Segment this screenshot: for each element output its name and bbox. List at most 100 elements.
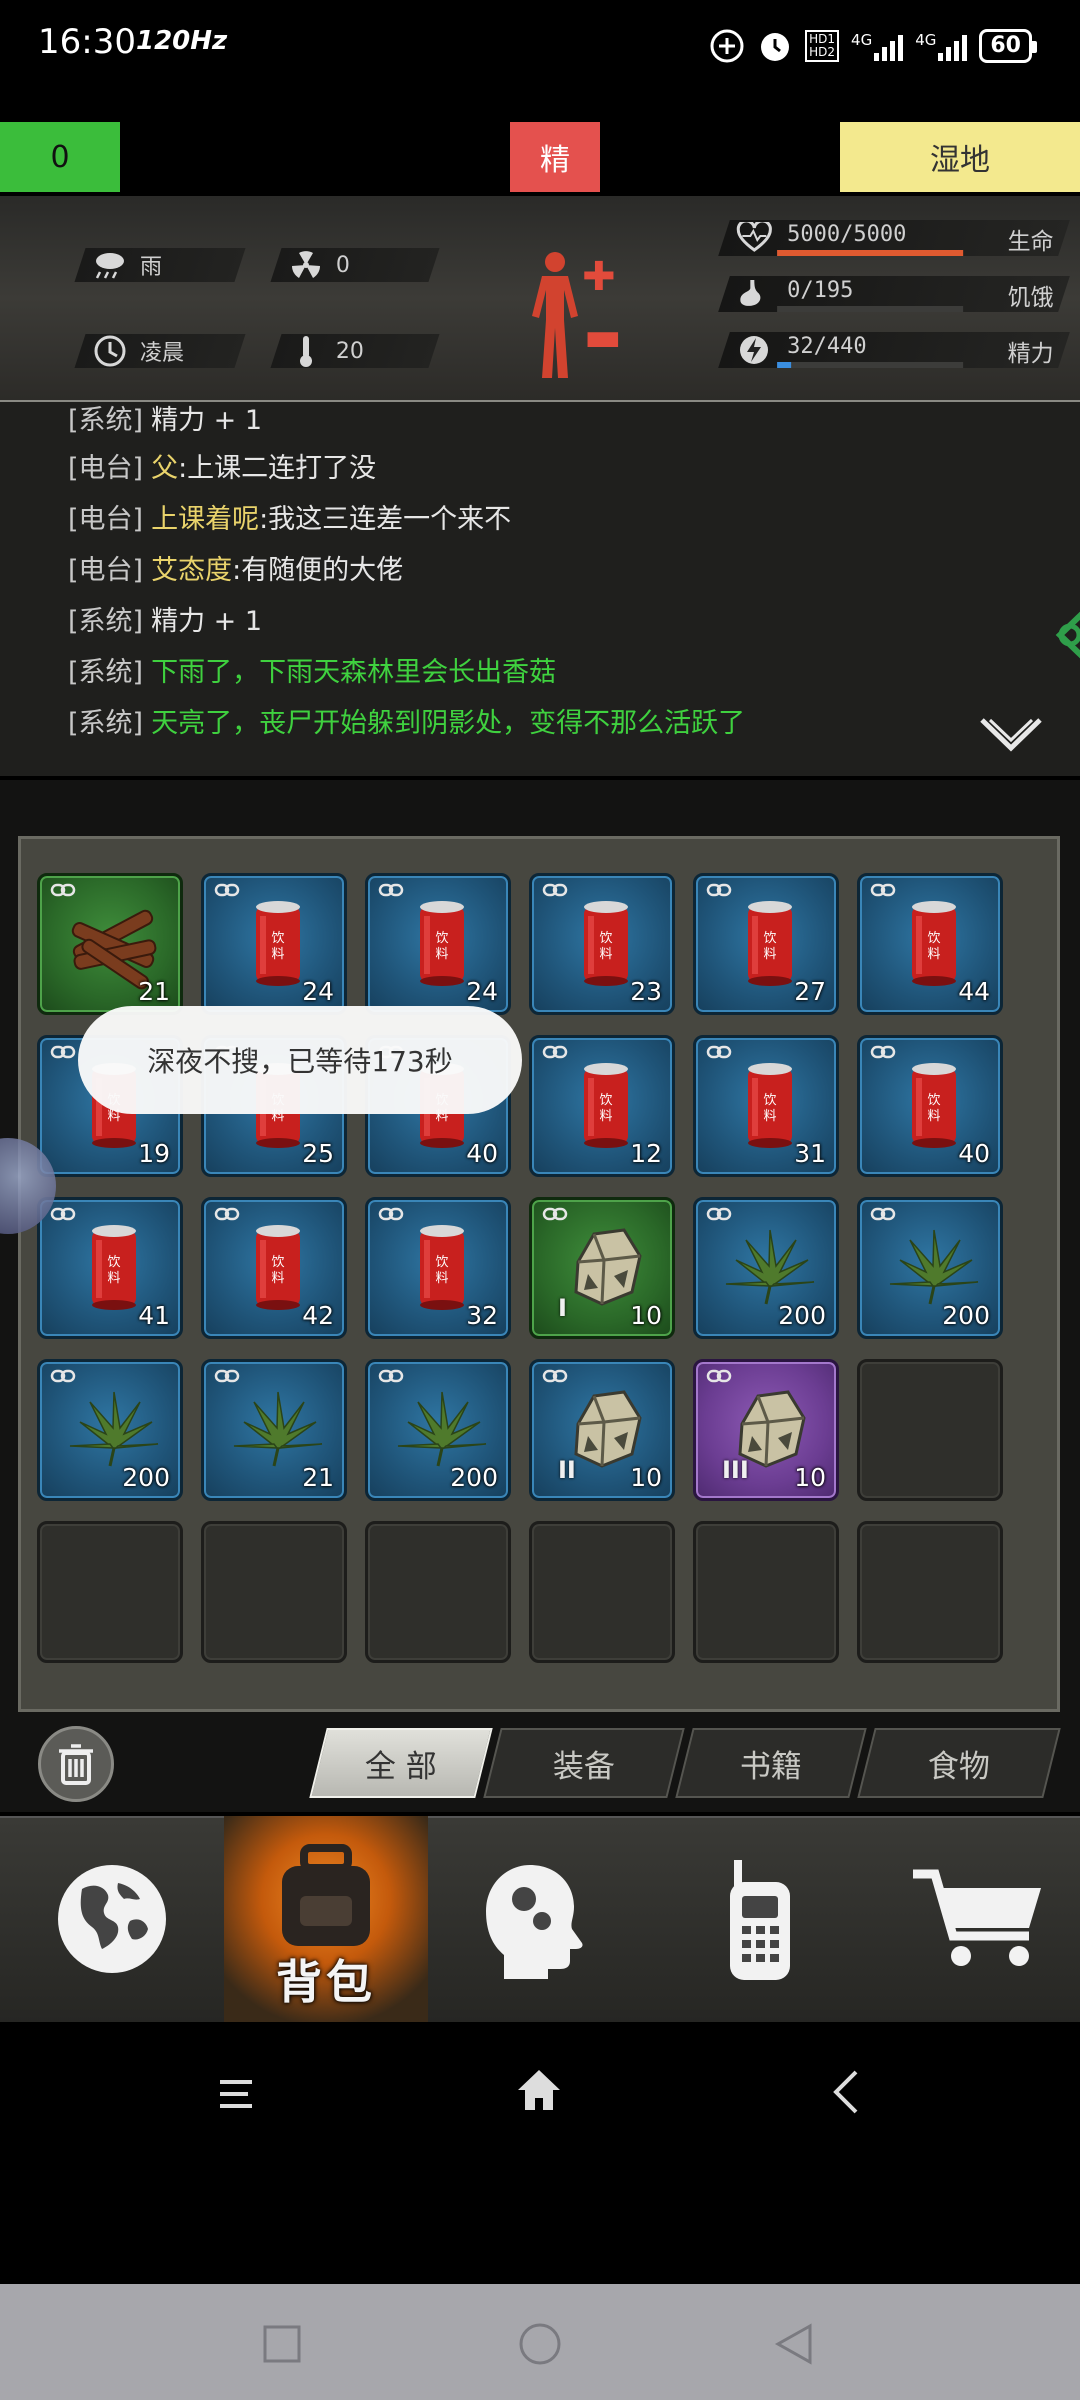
inventory-slot-empty[interactable]: [693, 1521, 839, 1663]
inventory-slot[interactable]: 饮 料 23: [529, 873, 675, 1015]
system-nav-bar: [0, 2022, 1080, 2284]
body-minus-icon[interactable]: ▬: [584, 314, 622, 360]
hunger-stat: 0/195 饥饿: [718, 276, 1070, 312]
rain-cloud-icon: [95, 253, 124, 279]
item-count: 24: [302, 977, 334, 1006]
inventory-slot[interactable]: 饮 料 24: [201, 873, 347, 1015]
tab-all[interactable]: 全 部: [309, 1728, 493, 1798]
svg-text:饮: 饮: [927, 1093, 940, 1108]
svg-text:料: 料: [599, 947, 612, 962]
inventory-slot-empty[interactable]: [37, 1521, 183, 1663]
inventory-slot[interactable]: 饮 料 31: [693, 1035, 839, 1177]
signal-1: 4G: [851, 31, 904, 61]
home-circle-icon[interactable]: [518, 2322, 562, 2366]
item-count: 21: [302, 1463, 334, 1492]
radio-icon: [730, 1860, 790, 1980]
svg-text:料: 料: [927, 947, 940, 962]
radiation-icon: [292, 251, 320, 278]
body-status-icon[interactable]: [520, 250, 590, 380]
svg-text:料: 料: [927, 1109, 940, 1124]
inventory-slot[interactable]: 10 II: [529, 1359, 675, 1501]
signal-2: 4G: [915, 31, 968, 61]
log-line: [系统] 精力 + 1: [68, 606, 263, 637]
item-count: 10: [630, 1301, 662, 1330]
lightning-icon: [740, 336, 768, 364]
inventory-slot[interactable]: 200: [857, 1197, 1003, 1339]
nav-radio[interactable]: [642, 1816, 878, 2022]
svg-text:料: 料: [763, 1109, 776, 1124]
inventory-slot[interactable]: 21: [37, 873, 183, 1015]
inventory-slot[interactable]: 饮 料 42: [201, 1197, 347, 1339]
weather-chip: 雨: [74, 248, 246, 282]
weather-label: 雨: [140, 255, 163, 280]
tab-food[interactable]: 食物: [857, 1728, 1061, 1798]
inventory-slot[interactable]: 21: [201, 1359, 347, 1501]
item-count: 32: [466, 1301, 498, 1330]
counter-badge[interactable]: 0: [0, 122, 120, 192]
tab-equipment[interactable]: 装备: [483, 1728, 685, 1798]
inventory-slot[interactable]: 200: [37, 1359, 183, 1501]
log-line: [电台] 艾态度:有随便的大佬: [68, 555, 404, 586]
menu-icon[interactable]: [214, 2074, 258, 2114]
hd-badge: HD1 HD2: [805, 30, 840, 62]
item-count: 42: [302, 1301, 334, 1330]
inventory-slot[interactable]: 饮 料 12: [529, 1035, 675, 1177]
elite-badge[interactable]: 精: [510, 122, 600, 192]
inventory-slot[interactable]: 10 I: [529, 1197, 675, 1339]
inventory-slot[interactable]: 200: [693, 1197, 839, 1339]
add-circle-icon: [710, 29, 744, 63]
inventory-slot-empty[interactable]: [857, 1521, 1003, 1663]
body-plus-icon[interactable]: ✚: [582, 254, 616, 300]
status-icons: HD1 HD2 4G 4G 60: [709, 24, 1037, 68]
radiation-chip: 0: [270, 248, 440, 282]
inventory-slot[interactable]: 饮 料 44: [857, 873, 1003, 1015]
item-tier: I: [558, 1294, 567, 1322]
inventory-slot[interactable]: 饮 料 40: [857, 1035, 1003, 1177]
log-line: [系统] 精力 + 1: [68, 405, 263, 436]
back-icon[interactable]: [828, 2068, 864, 2116]
trash-button[interactable]: [38, 1726, 114, 1802]
alarm-icon: [761, 33, 790, 61]
health-label: 生命: [1007, 229, 1054, 255]
shopping-cart-icon: [913, 1869, 1041, 1966]
inventory-slot[interactable]: 10 III: [693, 1359, 839, 1501]
chevron-down-icon[interactable]: [976, 714, 1046, 758]
item-count: 44: [958, 977, 990, 1006]
nav-skills[interactable]: [428, 1816, 642, 2022]
inventory-slot[interactable]: 饮 料 32: [365, 1197, 511, 1339]
inventory-slot[interactable]: 200: [365, 1359, 511, 1501]
target-icon[interactable]: [1046, 600, 1080, 670]
home-icon[interactable]: [514, 2066, 564, 2116]
svg-text:饮: 饮: [599, 1093, 612, 1108]
inventory-slot-empty[interactable]: [365, 1521, 511, 1663]
svg-text:料: 料: [435, 1271, 448, 1286]
inventory-slot-empty[interactable]: [529, 1521, 675, 1663]
svg-text:饮: 饮: [435, 1255, 448, 1270]
inventory-slot[interactable]: 饮 料 24: [365, 873, 511, 1015]
inventory-slot[interactable]: 饮 料 27: [693, 873, 839, 1015]
nav-map[interactable]: [0, 1816, 224, 2022]
svg-text:料: 料: [599, 1109, 612, 1124]
inventory-slot-empty[interactable]: [857, 1359, 1003, 1501]
status-hud: 雨 0 凌晨 20 ✚ ▬ 5000/5000 生命 0/195 饥饿 32/4…: [0, 196, 1080, 403]
globe-icon: [58, 1865, 166, 1973]
message-log[interactable]: [系统] 精力 + 1 [电台] 父:上课二连打了没 [电台] 上课着呢:我这三连差一…: [0, 402, 1080, 776]
svg-text:饮: 饮: [435, 931, 448, 946]
nav-shop[interactable]: [878, 1816, 1080, 2022]
item-count: 200: [942, 1301, 990, 1330]
log-line: [系统] 天亮了，丧尸开始躲到阴影处，变得不那么活跃了: [68, 708, 746, 739]
recents-icon[interactable]: [262, 2324, 302, 2364]
inventory-slot-empty[interactable]: [201, 1521, 347, 1663]
energy-bar: [777, 362, 791, 368]
radiation-value: 0: [336, 252, 350, 278]
item-count: 40: [958, 1139, 990, 1168]
item-count: 200: [778, 1301, 826, 1330]
tab-books[interactable]: 书籍: [675, 1728, 867, 1798]
item-count: 25: [302, 1139, 334, 1168]
location-badge[interactable]: 湿地: [840, 122, 1080, 192]
temperature-value: 20: [336, 338, 364, 364]
health-value: 5000/5000: [787, 222, 907, 247]
back-triangle-icon[interactable]: [774, 2322, 814, 2366]
svg-text:料: 料: [271, 947, 284, 962]
inventory-slot[interactable]: 饮 料 41: [37, 1197, 183, 1339]
